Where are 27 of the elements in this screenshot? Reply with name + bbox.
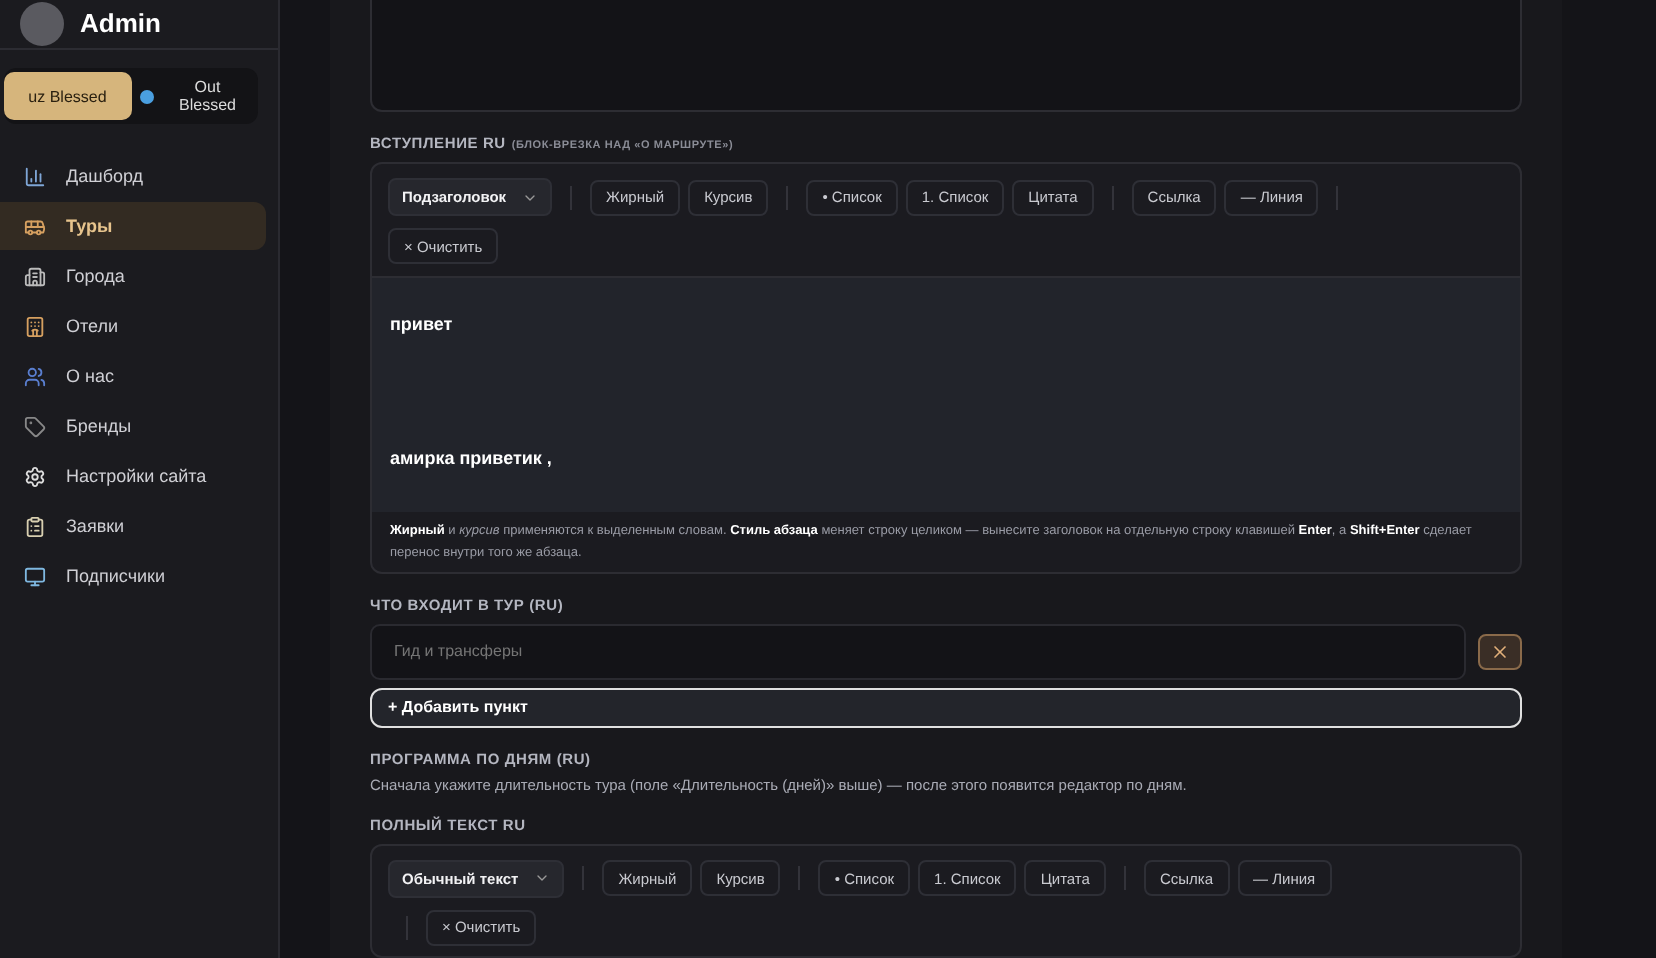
clipboard-icon — [24, 515, 46, 537]
input-field[interactable]: Гид и трансферы — [370, 623, 1466, 680]
hotel-icon — [24, 315, 46, 337]
nav-item[interactable]: Туры — [0, 202, 266, 250]
nav-item[interactable]: Заявки — [0, 502, 266, 550]
brand-name: Admin — [80, 6, 161, 42]
nav-item[interactable]: О нас — [0, 352, 266, 400]
monitor-icon — [24, 565, 46, 587]
remove-button[interactable] — [1478, 633, 1522, 670]
nav-item[interactable]: Настройки сайта — [0, 452, 266, 500]
tag-icon — [24, 415, 46, 437]
gear-icon — [24, 465, 46, 487]
building-icon — [24, 265, 46, 287]
nav-item[interactable]: Подписчики — [0, 552, 266, 600]
logo — [20, 2, 64, 46]
nav-item[interactable]: Дашборд — [0, 152, 266, 200]
nav-item[interactable]: Бренды — [0, 402, 266, 450]
add-item-button[interactable]: + Добавить пункт — [370, 687, 1522, 728]
people-icon — [24, 365, 46, 387]
site-option[interactable]: uz Blessed — [4, 72, 131, 120]
nav-item[interactable]: Города — [0, 252, 266, 300]
close-icon — [1490, 641, 1510, 662]
nav-item[interactable]: Отели — [0, 302, 266, 350]
bus-icon — [24, 215, 46, 237]
site-option[interactable]: Out Blessed — [131, 72, 258, 120]
chart-icon — [24, 165, 46, 187]
editor-body[interactable]: привет амирка приветик , — [372, 276, 1520, 513]
